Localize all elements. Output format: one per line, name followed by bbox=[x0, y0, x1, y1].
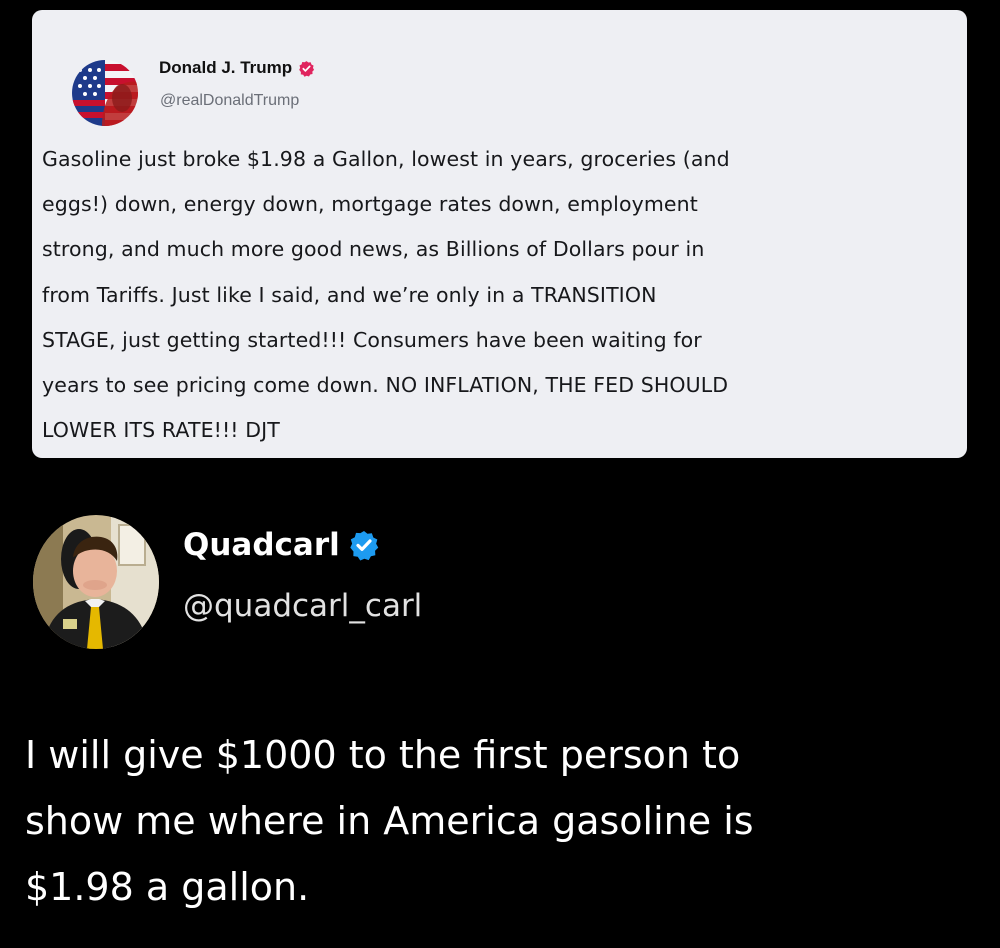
reply-author-row: Quadcarl bbox=[183, 527, 380, 563]
verified-badge-icon bbox=[298, 60, 315, 77]
verified-badge-icon bbox=[348, 529, 380, 561]
embedded-post-card[interactable]: Donald J. Trump @realDonaldTrump Gasolin… bbox=[32, 10, 967, 458]
post-text-line: Gasoline just broke $1.98 a Gallon, lowe… bbox=[42, 147, 730, 171]
post-text-line: eggs!) down, energy down, mortgage rates… bbox=[42, 192, 698, 217]
flag-portrait-avatar-icon bbox=[72, 60, 138, 126]
embedded-post-text: Gasoline just broke $1.98 a Gallon, lowe… bbox=[42, 137, 952, 453]
embedded-author-handle[interactable]: @realDonaldTrump bbox=[160, 92, 299, 110]
user-photo-avatar-icon bbox=[33, 515, 159, 649]
reply-author-name[interactable]: Quadcarl bbox=[183, 527, 340, 563]
embedded-author-name[interactable]: Donald J. Trump bbox=[159, 58, 292, 78]
embedded-author-row: Donald J. Trump bbox=[159, 58, 315, 78]
post-text-line: STAGE, just getting started!!! Consumers… bbox=[42, 327, 702, 352]
post-text-line: from Tariffs. Just like I said, and we’r… bbox=[42, 282, 657, 307]
reply-text-line: I will give $1000 to the first person to bbox=[25, 733, 741, 777]
quadcarl-avatar[interactable] bbox=[33, 515, 159, 649]
reply-text-line: $1.98 a gallon. bbox=[25, 865, 310, 909]
reply-author-handle[interactable]: @quadcarl_carl bbox=[183, 588, 422, 624]
post-text-line: years to see pricing come down. NO INFLA… bbox=[42, 373, 729, 398]
post-text-line: LOWER ITS RATE!!! DJT bbox=[42, 418, 280, 443]
trump-avatar[interactable] bbox=[72, 60, 138, 126]
reply-text: I will give $1000 to the first person to… bbox=[25, 722, 985, 920]
reply-text-line: show me where in America gasoline is bbox=[25, 799, 754, 843]
post-text-line: strong, and much more good news, as Bill… bbox=[42, 237, 705, 262]
